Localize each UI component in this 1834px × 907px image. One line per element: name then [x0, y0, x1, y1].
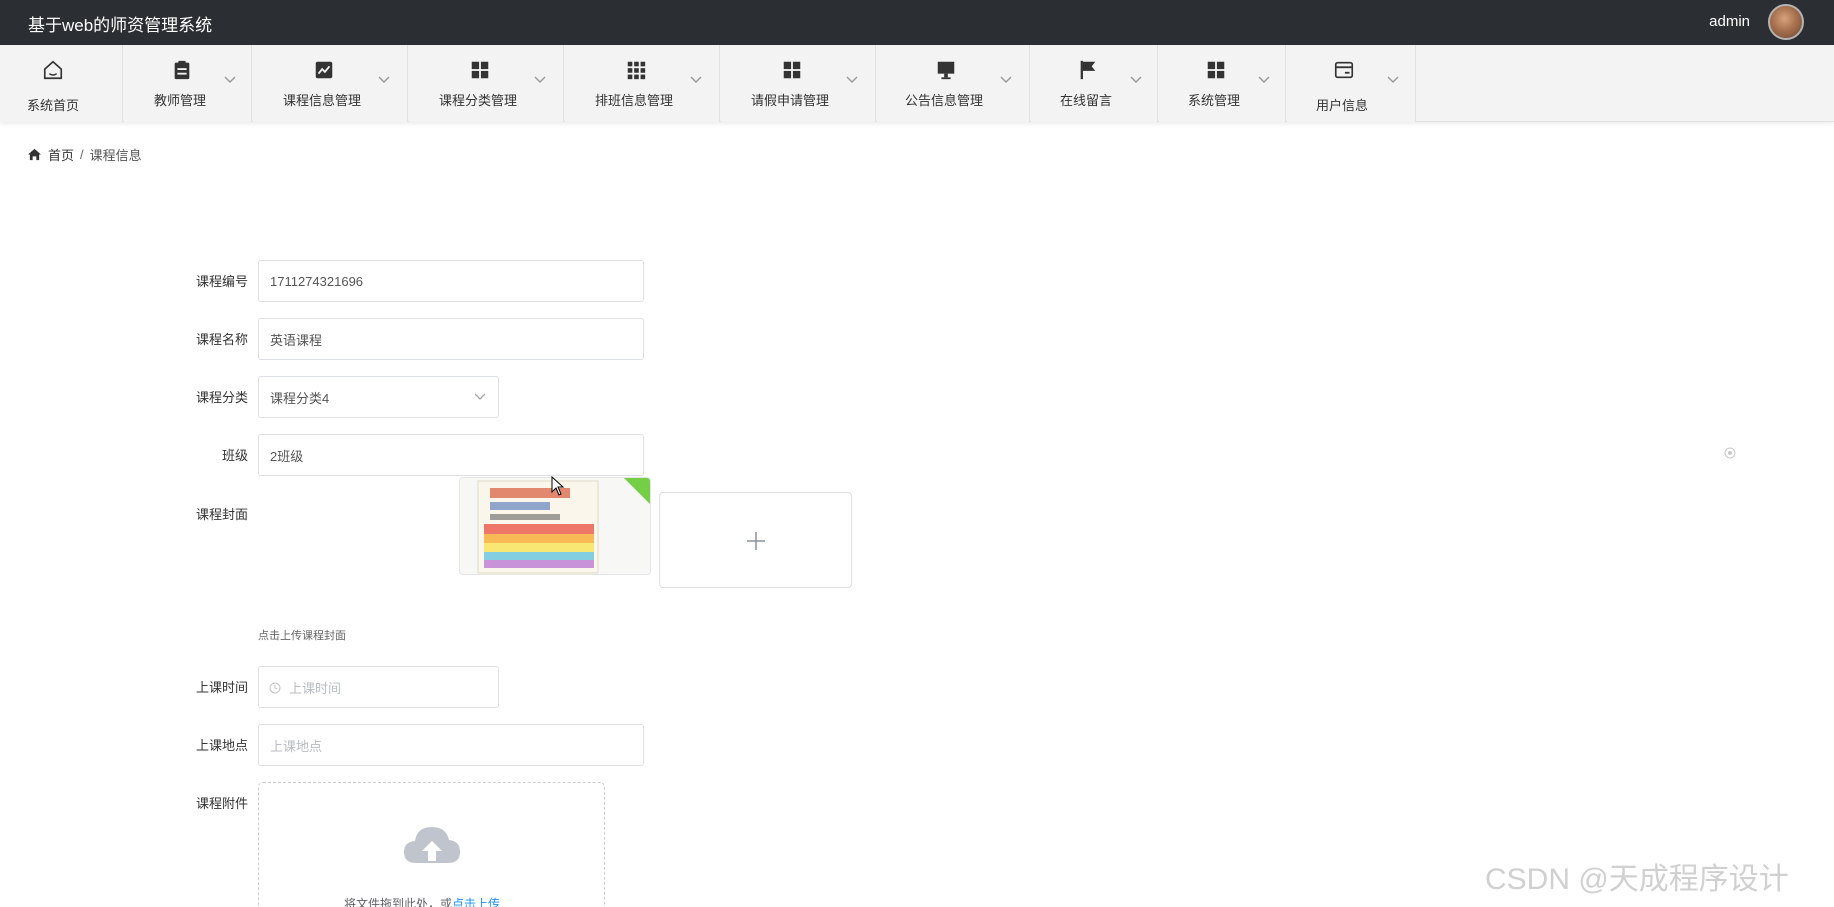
chevron-down-icon — [1258, 76, 1270, 83]
location-label: 上课地点 — [195, 738, 248, 753]
chevron-down-icon — [846, 76, 858, 83]
nav-label: 在线留言 — [1060, 93, 1113, 108]
chevron-down-icon — [474, 393, 486, 400]
breadcrumb: 首页 / 课程信息 — [27, 145, 142, 164]
nav-item-home[interactable]: 系统首页 — [0, 45, 123, 122]
category-label: 课程分类 — [195, 390, 248, 405]
nav-label: 系统管理 — [1188, 93, 1241, 108]
chevron-down-icon — [1387, 76, 1399, 83]
grid-icon — [783, 61, 801, 79]
nav-label: 排班信息管理 — [595, 93, 674, 108]
class-input[interactable]: 2班级 — [258, 434, 644, 476]
cover-label: 课程封面 — [195, 507, 248, 522]
chevron-down-icon — [1000, 76, 1012, 83]
nav-item-message[interactable]: 在线留言 — [1031, 45, 1158, 122]
avatar[interactable] — [1768, 4, 1804, 40]
nav-label: 课程分类管理 — [439, 93, 518, 108]
course-no-input[interactable]: 1711274321696 — [258, 260, 644, 302]
breadcrumb-current: 课程信息 — [89, 148, 142, 163]
nav-label: 公告信息管理 — [905, 93, 984, 108]
category-select[interactable]: 课程分类4 — [258, 376, 499, 418]
nav-item-schedule[interactable]: 排班信息管理 — [565, 45, 720, 122]
grid-3x3-icon — [627, 61, 646, 80]
grid-icon — [471, 61, 489, 79]
chevron-down-icon — [378, 76, 390, 83]
cover-upload-button[interactable] — [659, 492, 852, 588]
nav-item-teacher[interactable]: 教师管理 — [124, 45, 252, 122]
time-placeholder: 上课时间 — [289, 680, 342, 696]
nav-label: 请假申请管理 — [751, 93, 830, 108]
course-name-label: 课程名称 — [195, 332, 248, 347]
time-picker[interactable]: 上课时间 — [258, 666, 499, 708]
chevron-down-icon — [224, 76, 236, 83]
breadcrumb-separator: / — [80, 147, 84, 162]
location-placeholder: 上课地点 — [270, 738, 323, 754]
clock-icon — [269, 682, 281, 694]
upload-success-corner — [624, 478, 650, 504]
main-nav: 系统首页 教师管理 课程信息管理 课程分类管理 排班信息管理 请假申请管理 公告… — [0, 45, 1834, 122]
class-label: 班级 — [221, 448, 248, 463]
top-header-bar: 基于web的师资管理系统 admin — [0, 0, 1834, 45]
nav-item-notice[interactable]: 公告信息管理 — [877, 45, 1030, 122]
flag-icon — [1080, 60, 1096, 80]
app-title: 基于web的师资管理系统 — [28, 16, 213, 35]
cover-upload-tip: 点击上传课程封面 — [258, 630, 346, 642]
monitor-icon — [937, 61, 955, 80]
nav-item-course-info[interactable]: 课程信息管理 — [253, 45, 408, 122]
watermark: CSDN @天成程序设计 — [1485, 863, 1789, 896]
card-icon — [1334, 61, 1354, 79]
settings-dot-icon[interactable] — [1724, 447, 1736, 459]
attachment-hint: 将文件拖到此处，或点击上传 — [344, 895, 500, 907]
course-no-label: 课程编号 — [195, 274, 248, 289]
nav-label: 系统首页 — [27, 98, 80, 113]
nav-item-leave[interactable]: 请假申请管理 — [721, 45, 876, 122]
course-name-input[interactable]: 英语课程 — [258, 318, 644, 360]
attachment-label: 课程附件 — [195, 796, 248, 811]
chevron-down-icon — [690, 76, 702, 83]
chevron-down-icon — [534, 76, 546, 83]
home-icon — [43, 60, 63, 80]
line-chart-icon — [315, 61, 333, 79]
grid-icon — [1207, 61, 1225, 79]
attachment-dropzone[interactable]: 将文件拖到此处，或点击上传 — [258, 782, 605, 907]
category-selected-value: 课程分类4 — [270, 390, 330, 406]
mouse-cursor-icon — [551, 476, 565, 496]
time-label: 上课时间 — [195, 680, 248, 695]
plus-icon — [747, 532, 765, 550]
nav-label: 教师管理 — [154, 93, 207, 108]
home-icon[interactable] — [27, 148, 42, 161]
chevron-down-icon — [1130, 76, 1142, 83]
nav-item-system[interactable]: 系统管理 — [1159, 45, 1286, 122]
breadcrumb-home[interactable]: 首页 — [48, 145, 74, 164]
clipboard-icon — [174, 60, 190, 80]
username[interactable]: admin — [1709, 13, 1750, 30]
attachment-hint-text: 将文件拖到此处，或 — [344, 897, 453, 907]
location-input[interactable]: 上课地点 — [258, 724, 644, 766]
attachment-upload-link[interactable]: 点击上传 — [452, 897, 500, 907]
nav-item-user[interactable]: 用户信息 — [1287, 45, 1416, 122]
cloud-upload-icon — [404, 827, 460, 863]
nav-label: 课程信息管理 — [283, 93, 362, 108]
nav-label: 用户信息 — [1316, 98, 1369, 113]
nav-item-course-category[interactable]: 课程分类管理 — [409, 45, 564, 122]
